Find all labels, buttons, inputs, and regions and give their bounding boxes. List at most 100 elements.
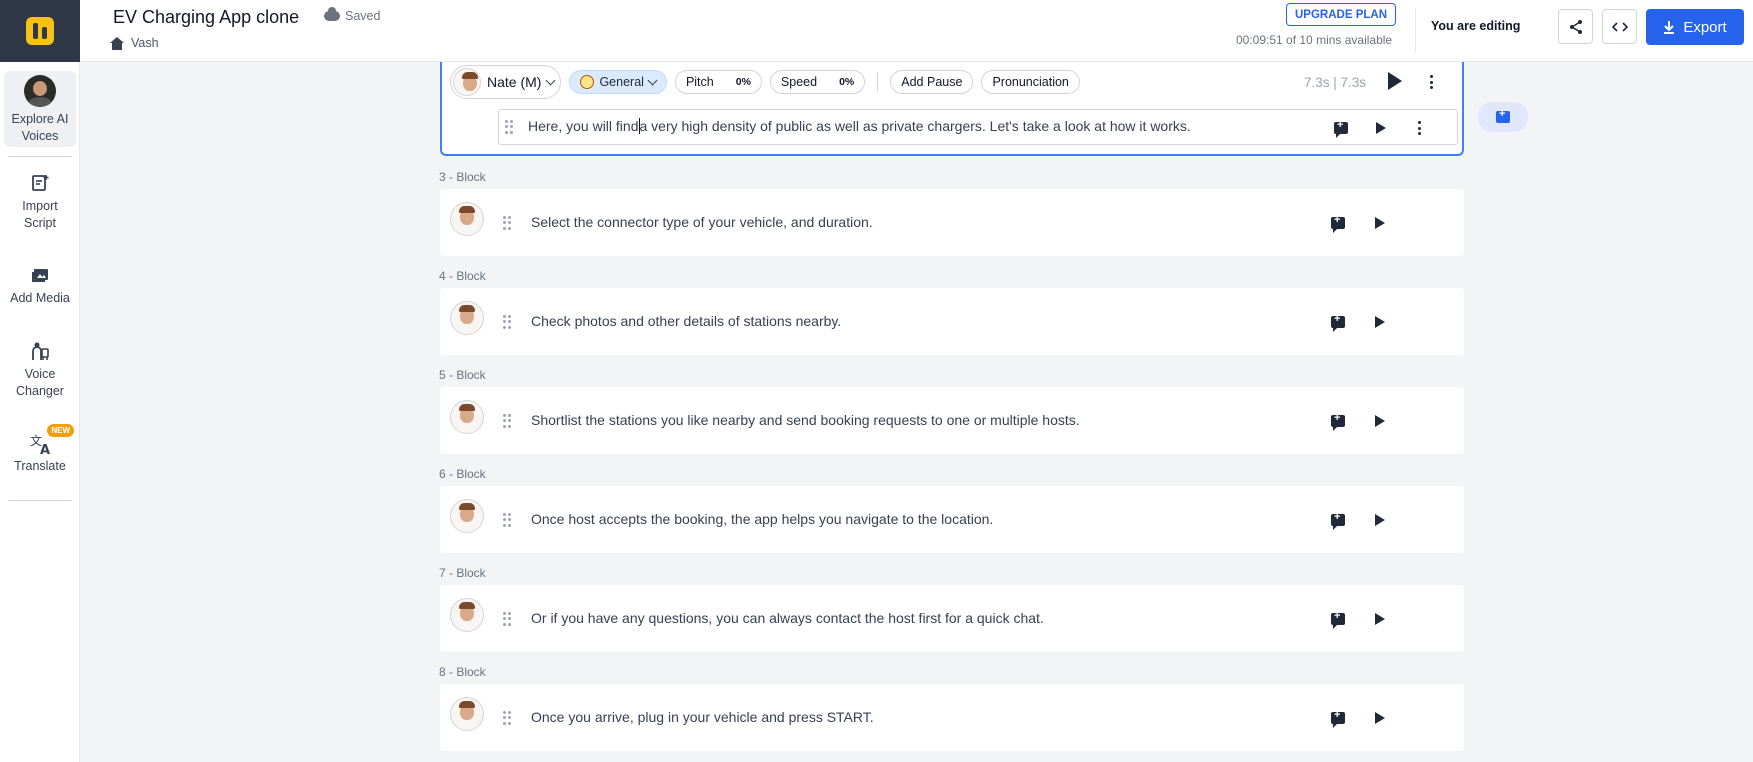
play-icon[interactable] — [1375, 217, 1385, 229]
voice-avatar[interactable] — [450, 301, 484, 335]
translate-icon: 文A — [29, 432, 51, 458]
sentence-text[interactable]: Once host accepts the booking, the app h… — [531, 511, 993, 527]
play-icon[interactable] — [1388, 72, 1402, 90]
sidebar-item-label: Translate — [14, 459, 66, 473]
block-label: 5 - Block — [439, 368, 486, 382]
play-icon[interactable] — [1375, 613, 1385, 625]
sidebar-divider — [8, 500, 72, 501]
add-block-button[interactable] — [1478, 102, 1528, 132]
logo-mark-icon — [26, 17, 54, 45]
list-item[interactable]: Or if you have any questions, you can al… — [440, 585, 1464, 652]
saved-label: Saved — [345, 9, 381, 23]
voice-changer-icon — [29, 340, 51, 362]
download-icon — [1664, 20, 1675, 34]
sidebar-item-label: Voice — [24, 367, 56, 381]
app-logo[interactable] — [0, 0, 80, 62]
style-selector[interactable]: General — [569, 70, 667, 94]
left-sidebar: Explore AI Voices Import Script Add Medi… — [0, 0, 80, 762]
pronunciation-button[interactable]: Pronunciation — [981, 70, 1080, 94]
sidebar-item-label: Voices — [21, 129, 59, 143]
home-icon — [110, 36, 124, 50]
block-label: 4 - Block — [439, 269, 486, 283]
voice-avatar[interactable] — [450, 202, 484, 236]
play-icon[interactable] — [1375, 712, 1385, 724]
sentence-text[interactable]: Check photos and other details of statio… — [531, 313, 841, 329]
sidebar-divider — [8, 156, 72, 157]
add-block-icon — [1496, 108, 1510, 123]
add-comment-icon[interactable] — [1331, 709, 1345, 728]
sentence-text[interactable]: Select the connector type of your vehicl… — [531, 214, 873, 230]
divider — [877, 72, 879, 92]
minutes-available: 00:09:51 of 10 mins available — [1236, 33, 1393, 47]
active-block[interactable]: Nate (M) General Pitch 0% Speed 0% Add P… — [440, 62, 1464, 156]
drag-handle-icon[interactable] — [503, 216, 511, 230]
list-item[interactable]: Select the connector type of your vehicl… — [440, 189, 1464, 256]
add-comment-icon[interactable] — [1331, 412, 1345, 431]
style-label: General — [599, 75, 644, 89]
chevron-down-icon — [546, 75, 556, 85]
share-button[interactable] — [1558, 9, 1593, 44]
sidebar-item-label: Import — [22, 199, 58, 213]
voice-avatar[interactable] — [450, 400, 484, 434]
sidebar-item-label: Explore AI — [11, 112, 69, 126]
avatar — [24, 75, 56, 107]
voice-avatar[interactable] — [450, 697, 484, 731]
add-comment-icon[interactable] — [1331, 511, 1345, 530]
list-item[interactable]: Once host accepts the booking, the app h… — [440, 486, 1464, 553]
sidebar-item-voice-changer[interactable]: Voice Changer — [0, 340, 80, 400]
breadcrumb-workspace[interactable]: Vash — [131, 36, 159, 50]
sidebar-item-translate[interactable]: NEW 文A Translate — [0, 424, 80, 475]
voice-avatar — [453, 68, 481, 96]
play-icon[interactable] — [1375, 514, 1385, 526]
block-label: 7 - Block — [439, 566, 486, 580]
add-comment-icon[interactable] — [1331, 313, 1345, 332]
sidebar-item-add-media[interactable]: Add Media — [0, 264, 80, 307]
block-duration: 7.3s | 7.3s — [1304, 75, 1367, 90]
sentence-text[interactable]: Once you arrive, plug in your vehicle an… — [531, 709, 874, 725]
pitch-control[interactable]: Pitch 0% — [674, 70, 762, 94]
drag-handle-icon[interactable] — [503, 315, 511, 329]
project-title[interactable]: EV Charging App clone — [113, 7, 299, 28]
add-comment-icon[interactable] — [1334, 119, 1348, 138]
svg-text:A: A — [40, 443, 50, 456]
sidebar-item-import-script[interactable]: Import Script — [0, 172, 80, 232]
sentence-text[interactable]: Or if you have any questions, you can al… — [531, 610, 1044, 626]
speed-label: Speed — [780, 75, 818, 89]
add-comment-icon[interactable] — [1331, 610, 1345, 629]
add-pause-button[interactable]: Add Pause — [890, 70, 974, 94]
drag-handle-icon[interactable] — [503, 612, 511, 626]
more-options-icon[interactable] — [1417, 121, 1421, 135]
sentence-text[interactable]: Shortlist the stations you like nearby a… — [531, 412, 1080, 428]
pitch-value: 0% — [735, 76, 751, 88]
import-script-icon — [29, 172, 51, 194]
list-item[interactable]: Once you arrive, plug in your vehicle an… — [440, 684, 1464, 751]
editing-status: You are editing — [1431, 19, 1521, 33]
speed-control[interactable]: Speed 0% — [769, 70, 866, 94]
sentence-text[interactable]: Here, you will finda very high density o… — [528, 118, 1191, 134]
export-button[interactable]: Export — [1646, 9, 1744, 45]
drag-handle-icon[interactable] — [505, 120, 513, 134]
drag-handle-icon[interactable] — [503, 711, 511, 725]
embed-button[interactable] — [1602, 9, 1637, 44]
saved-status: Saved — [324, 7, 381, 23]
sidebar-item-explore-ai-voices[interactable]: Explore AI Voices — [4, 71, 76, 147]
upgrade-plan-button[interactable]: UPGRADE PLAN — [1286, 3, 1397, 26]
block-controls: Nate (M) General Pitch 0% Speed 0% Add P… — [450, 65, 1080, 99]
list-item[interactable]: Shortlist the stations you like nearby a… — [440, 387, 1464, 454]
export-label: Export — [1683, 18, 1727, 36]
more-options-icon[interactable] — [1429, 75, 1433, 89]
list-item[interactable]: Check photos and other details of statio… — [440, 288, 1464, 355]
voice-avatar[interactable] — [450, 499, 484, 533]
voice-selector[interactable]: Nate (M) — [450, 65, 562, 99]
sentence-row[interactable]: Here, you will finda very high density o… — [498, 109, 1458, 145]
drag-handle-icon[interactable] — [503, 414, 511, 428]
divider — [1415, 8, 1416, 52]
voice-avatar[interactable] — [450, 598, 484, 632]
add-comment-icon[interactable] — [1331, 214, 1345, 233]
play-icon[interactable] — [1375, 415, 1385, 427]
sidebar-item-label: Add Media — [10, 291, 70, 305]
play-icon[interactable] — [1375, 316, 1385, 328]
play-icon[interactable] — [1376, 122, 1386, 134]
breadcrumb[interactable]: Vash — [110, 36, 159, 50]
drag-handle-icon[interactable] — [503, 513, 511, 527]
